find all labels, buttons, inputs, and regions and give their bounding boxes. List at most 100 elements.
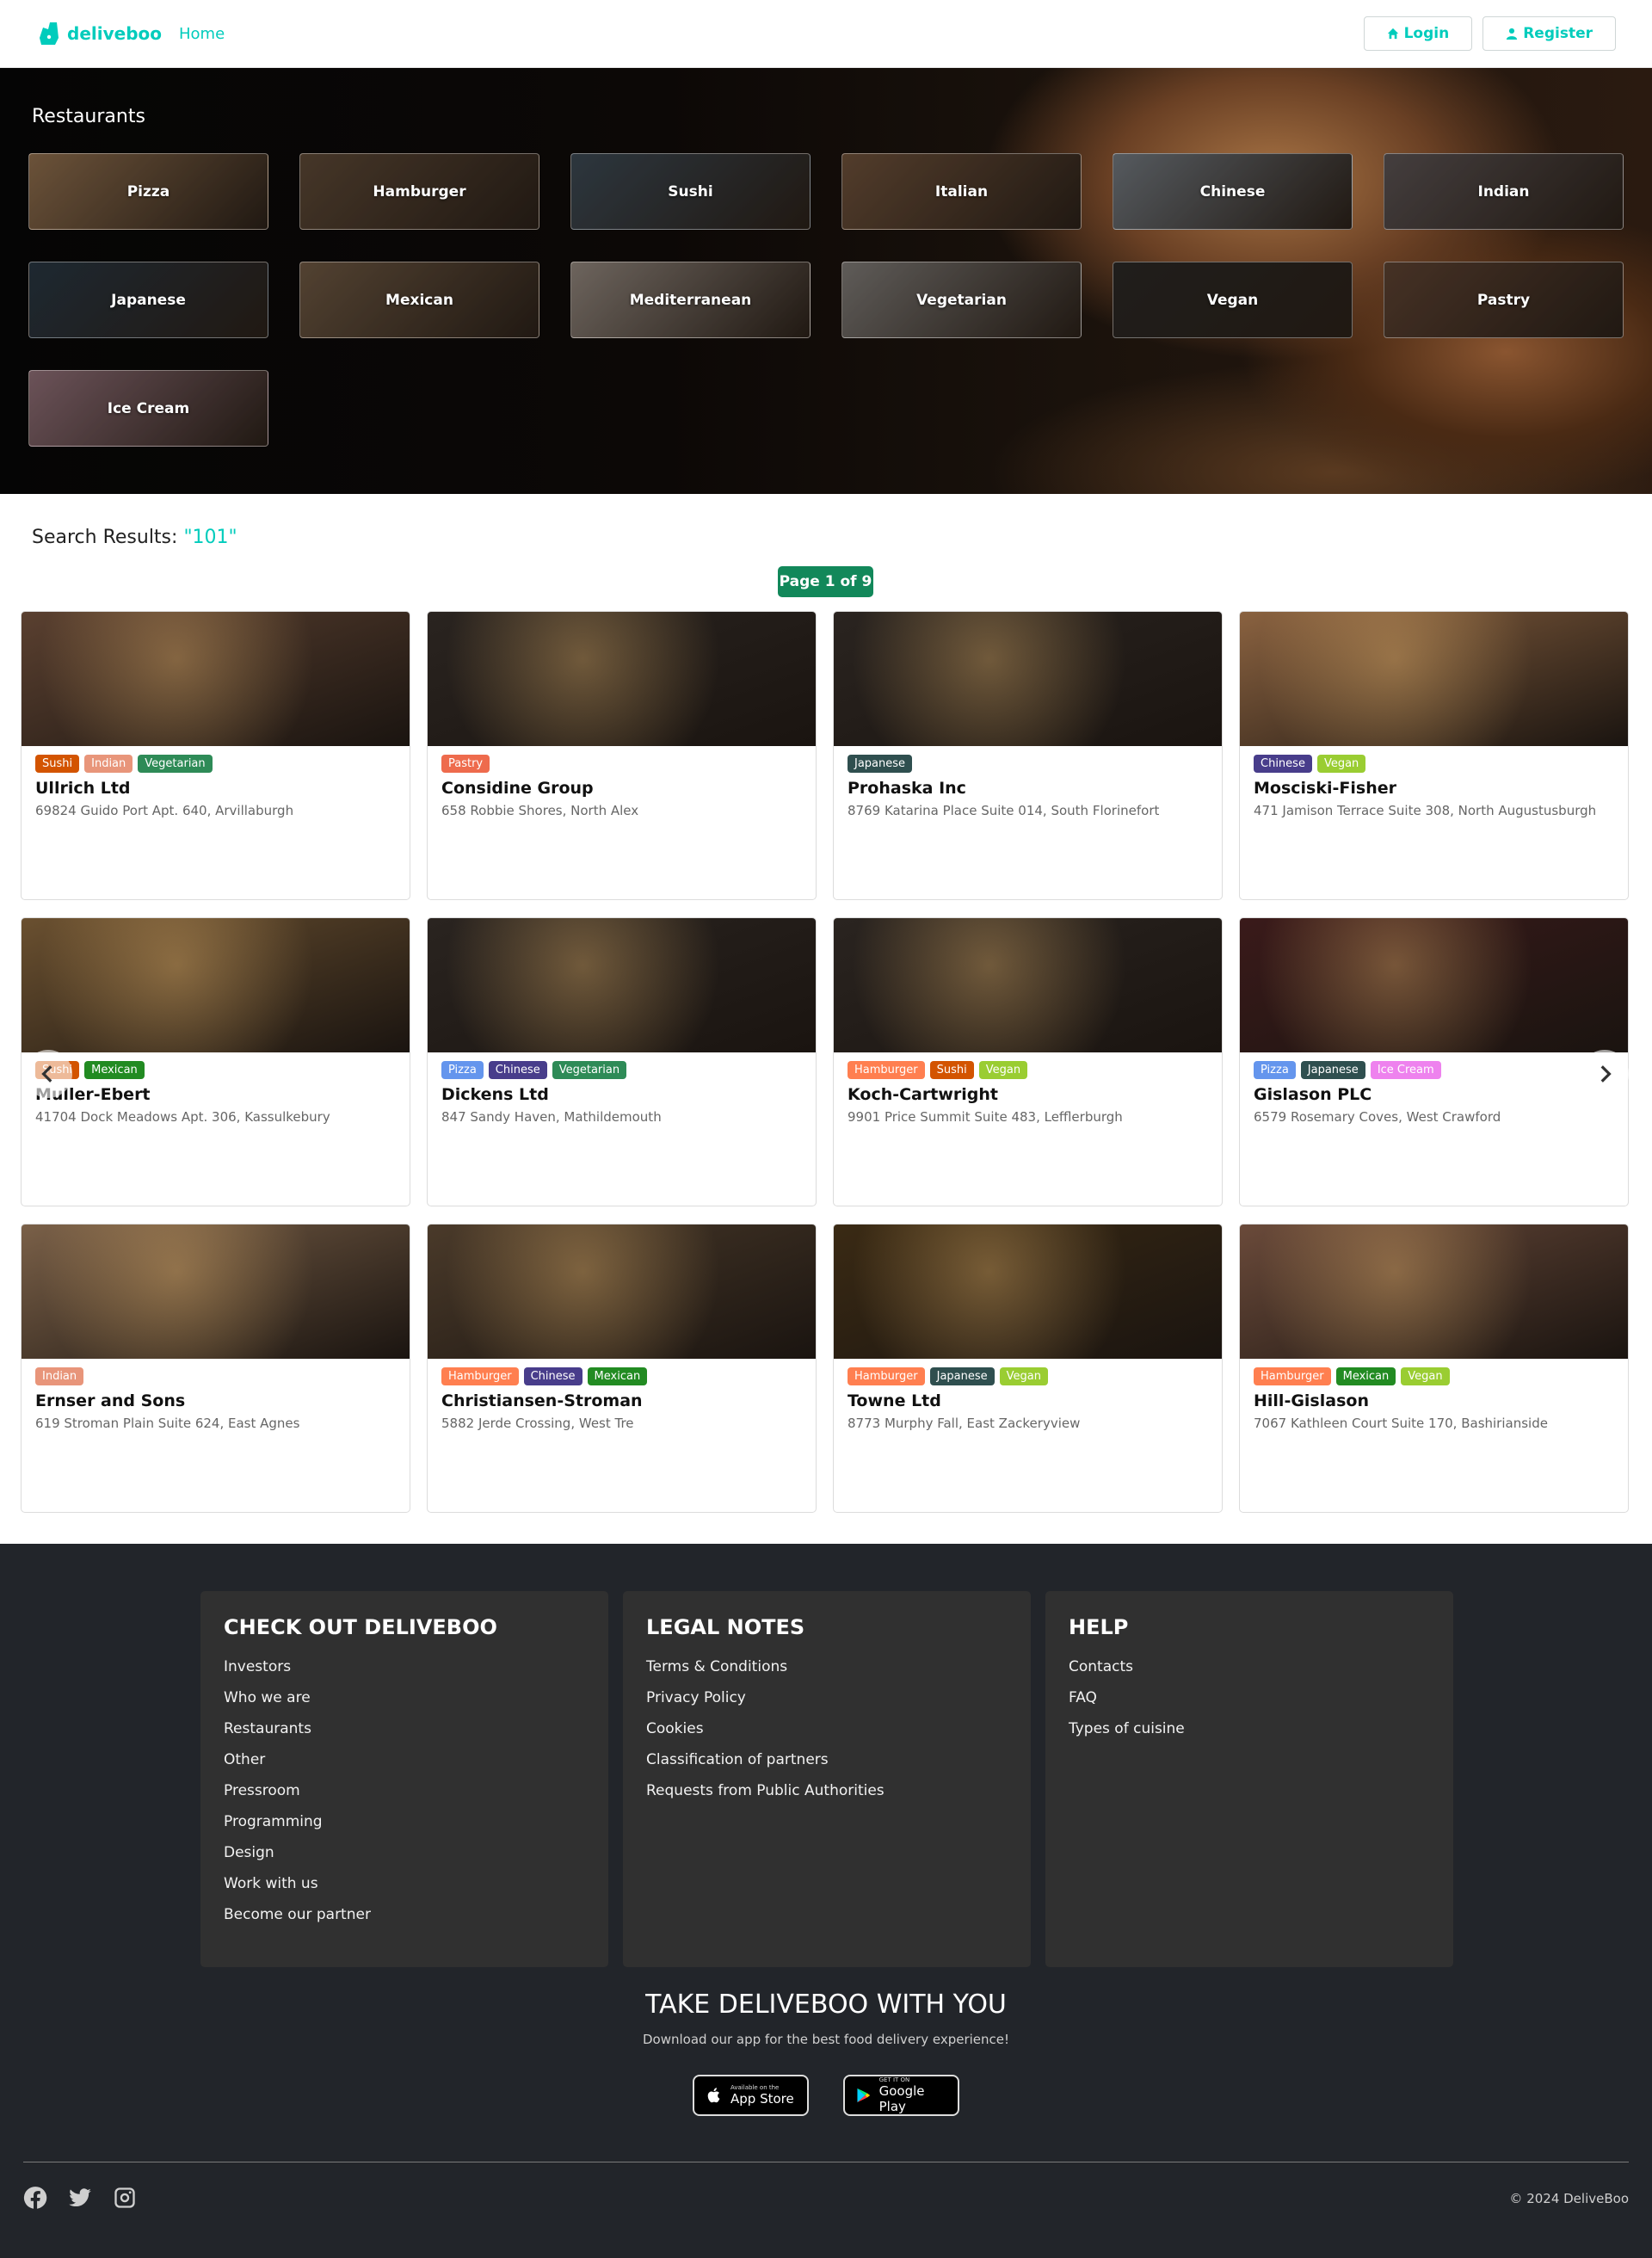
cuisine-tag: Vegan [999,1367,1048,1385]
footer-link[interactable]: FAQ [1069,1689,1430,1706]
category-card[interactable]: Pastry [1384,262,1624,338]
cuisine-tag: Vegan [1316,755,1366,773]
cuisine-tag: Pizza [1254,1061,1296,1079]
cuisine-tag: Indian [84,755,133,773]
footer-link[interactable]: Design [224,1844,585,1861]
cuisine-tag: Mexican [84,1061,145,1079]
restaurant-card[interactable]: SushiMexicanMuller-Ebert41704 Dock Meado… [21,917,410,1206]
restaurant-card[interactable]: Japanese Prohaska Inc 8769 Katarina Place … [833,611,1223,900]
category-label: Hamburger [373,182,466,201]
restaurant-card[interactable]: Hamburger Japanese Vegan Towne Ltd 8773 Murp… [833,1224,1223,1513]
restaurant-image [22,918,410,1052]
category-card[interactable]: Pizza [28,153,268,230]
search-results-label: Search Results: [32,527,178,548]
category-label: Vegan [1206,291,1259,309]
category-card[interactable]: Vegetarian [841,262,1082,338]
category-card[interactable]: Chinese [1113,153,1353,230]
restaurant-card[interactable]: Hamburger Sushi Vegan Koch-Cartwright 9901 P… [833,917,1223,1206]
restaurant-card[interactable]: Indian Ernser and Sons 619 Stroman Plain S… [21,1224,410,1513]
apple-icon [707,2088,720,2103]
restaurant-card[interactable]: Chinese Vegan Mosciski-Fisher 471 Jamison T… [1239,611,1629,900]
category-card[interactable]: Vegan [1113,262,1353,338]
footer-link[interactable]: Become our partner [224,1906,585,1923]
cuisine-tag: Indian [35,1367,84,1385]
footer-link[interactable]: Pressroom [224,1782,585,1799]
restaurant-card[interactable]: Hamburger Mexican Vegan Hill-Gislason 7067 K… [1239,1224,1629,1513]
nav-home-link[interactable]: Home [179,25,225,43]
restaurant-card[interactable]: Hamburger Chinese Mexican Christiansen-Stro… [427,1224,817,1513]
twitter-icon[interactable] [68,2186,92,2210]
instagram-icon[interactable] [113,2186,137,2210]
footer-link[interactable]: Privacy Policy [646,1689,1008,1706]
footer-column: LEGAL NOTES Terms & Conditions Privacy Pol… [623,1591,1031,1967]
restaurant-address: 6579 Rosemary Coves, West Crawford [1254,1109,1501,1125]
google-play-small-text: GET IT ON [878,2076,910,2083]
footer-link[interactable]: Programming [224,1813,585,1830]
cuisine-tag: Hamburger [848,1367,925,1385]
footer-link[interactable]: Investors [224,1658,585,1675]
footer-link[interactable]: Contacts [1069,1658,1430,1675]
cuisine-tag: Mexican [1335,1367,1396,1385]
restaurant-name: Hill-Gislason [1254,1391,1369,1410]
facebook-icon[interactable] [23,2186,47,2210]
app-promo-subtitle: Download our app for the best food deliv… [642,2032,1010,2047]
app-store-button[interactable]: Available on the App Store [693,2075,809,2116]
restaurant-image [834,918,1222,1052]
category-card[interactable]: Sushi [570,153,811,230]
cuisine-tag: Japanese [929,1367,995,1385]
category-card[interactable]: Japanese [28,262,268,338]
prev-page-button[interactable] [24,1050,72,1098]
cuisine-tag: Chinese [488,1061,547,1079]
search-query: "101" [183,527,237,548]
google-play-button[interactable]: GET IT ON Google Play [843,2075,959,2116]
category-card[interactable]: Indian [1384,153,1624,230]
footer-link[interactable]: Terms & Conditions [646,1658,1008,1675]
footer-link[interactable]: Classification of partners [646,1751,1008,1768]
category-card[interactable]: Mediterranean [570,262,811,338]
restaurant-card[interactable]: Sushi Indian Vegetarian Ullrich Ltd 69824 Gu… [21,611,410,900]
next-page-button[interactable] [1581,1050,1629,1098]
footer-link[interactable]: Restaurants [224,1720,585,1737]
category-card[interactable]: Ice Cream [28,370,268,447]
category-card[interactable]: Hamburger [299,153,539,230]
category-card[interactable]: Italian [841,153,1082,230]
restaurant-name: Muller-Ebert [35,1085,151,1104]
restaurant-address: 8769 Katarina Place Suite 014, South Flo… [848,803,1160,818]
brand-name: deliveboo [67,23,162,44]
footer-link[interactable]: Work with us [224,1875,585,1892]
footer-link[interactable]: Other [224,1751,585,1768]
restaurant-card[interactable]: Pastry Considine Group 658 Robbie Shores, … [427,611,817,900]
hero-banner: Restaurants Pizza Hamburger Sushi Italian Ch… [0,68,1652,494]
cuisine-tag: Chinese [1254,755,1312,773]
google-play-icon [857,2088,871,2103]
restaurant-address: 8773 Murphy Fall, East Zackeryview [848,1416,1081,1431]
restaurant-address: 658 Robbie Shores, North Alex [441,803,639,818]
app-store-label: App Store [730,2091,794,2107]
cuisine-tag: Pizza [441,1061,484,1079]
cuisine-tag: Sushi [35,755,80,773]
app-store-small-text: Available on the [730,2084,780,2091]
footer-link[interactable]: Who we are [224,1689,585,1706]
login-button[interactable]: Login [1363,16,1473,51]
restaurant-image [834,612,1222,746]
category-label: Chinese [1199,182,1266,201]
restaurant-card[interactable]: Pizza Japanese Ice Cream Gislason PLC 6579 R… [1239,917,1629,1206]
restaurant-name: Prohaska Inc [848,779,966,798]
category-card[interactable]: Mexican [299,262,539,338]
cuisine-tag: Japanese [848,755,913,773]
restaurant-name: Christiansen-Stroman [441,1391,643,1410]
footer-link[interactable]: Cookies [646,1720,1008,1737]
restaurant-image [428,1225,816,1359]
restaurant-name: Gislason PLC [1254,1085,1372,1104]
footer-link[interactable]: Types of cuisine [1069,1720,1430,1737]
user-icon [1507,28,1518,40]
cuisine-tag: Japanese [1300,1061,1365,1079]
footer-link[interactable]: Requests from Public Authorities [646,1782,1008,1799]
brand[interactable]: deliveboo Home [36,21,225,46]
register-button[interactable]: Register [1482,16,1616,51]
restaurant-card[interactable]: Pizza Chinese Vegetarian Dickens Ltd 847 San… [427,917,817,1206]
footer-columns: CHECK OUT DELIVEBOO Investors Who we are Re… [200,1591,1453,1967]
cuisine-tag: Mexican [587,1367,648,1385]
restaurant-image [428,612,816,746]
restaurant-name: Ullrich Ltd [35,779,131,798]
